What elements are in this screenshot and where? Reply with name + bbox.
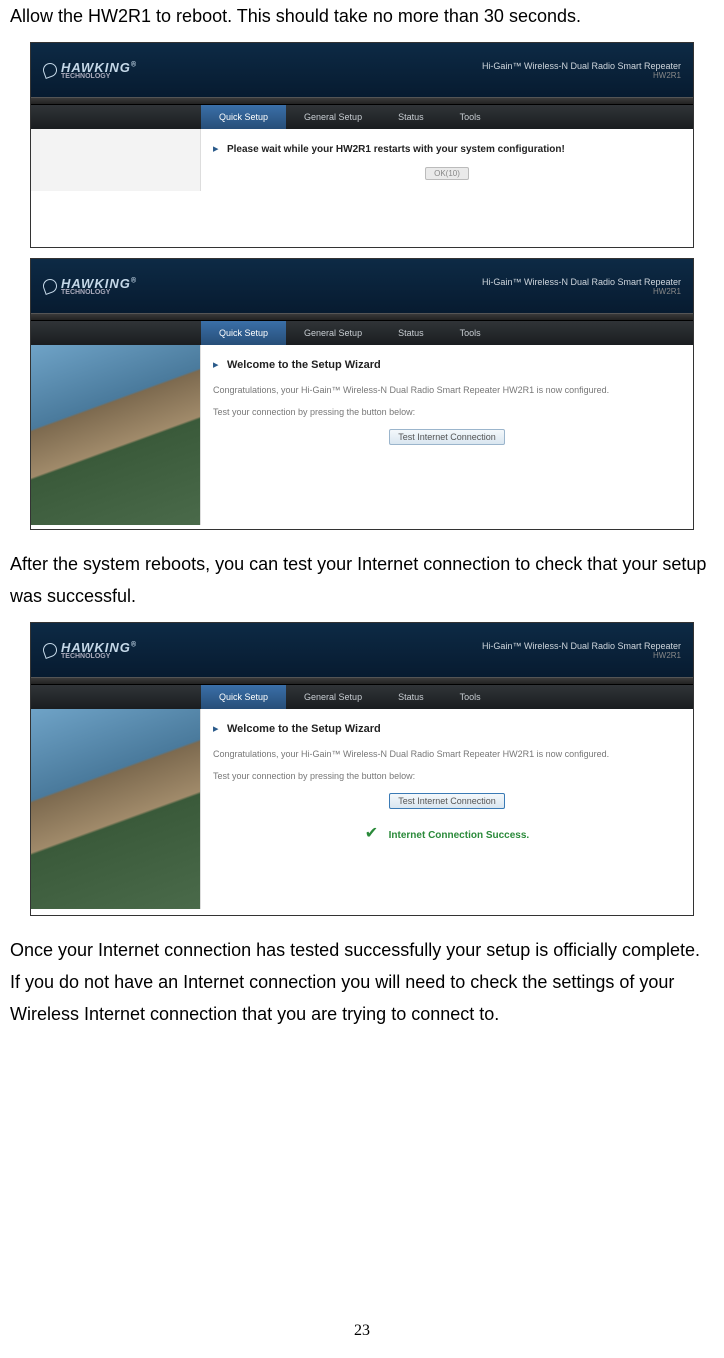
sidebar: [31, 129, 201, 191]
test-connection-button[interactable]: Test Internet Connection: [389, 429, 505, 445]
divider-bar: [31, 677, 693, 685]
arrow-icon: ▸: [213, 359, 219, 371]
congrats-text: Congratulations, your Hi-Gain™ Wireless-…: [213, 383, 681, 397]
paragraph-after-reboot: After the system reboots, you can test y…: [0, 548, 724, 612]
divider-bar: [31, 97, 693, 105]
arrow-icon: ▸: [213, 723, 219, 735]
success-message: Internet Connection Success.: [389, 830, 530, 841]
check-icon: ✔: [365, 825, 378, 842]
arrow-icon: ▸: [213, 143, 219, 155]
nav-status[interactable]: Status: [380, 321, 442, 345]
test-prompt: Test your connection by pressing the but…: [213, 769, 681, 783]
wizard-title: Welcome to the Setup Wizard: [227, 723, 381, 735]
screenshot-restarting: HAWKING® TECHNOLOGY Hi-Gain™ Wireless-N …: [30, 42, 694, 248]
content-body: ▸ Please wait while your HW2R1 restarts …: [31, 129, 693, 191]
content-body: ▸ Welcome to the Setup Wizard Congratula…: [31, 345, 693, 525]
nav-quick-setup[interactable]: Quick Setup: [201, 685, 286, 709]
page-number: 23: [0, 1322, 724, 1340]
logo: HAWKING® TECHNOLOGY: [43, 640, 137, 660]
header-model: HW2R1: [482, 287, 681, 296]
app-header: HAWKING® TECHNOLOGY Hi-Gain™ Wireless-N …: [31, 623, 693, 677]
sidebar-photo: [31, 345, 201, 525]
nav-tools[interactable]: Tools: [442, 105, 499, 129]
screenshot-wizard-success: HAWKING® TECHNOLOGY Hi-Gain™ Wireless-N …: [30, 622, 694, 916]
divider-bar: [31, 313, 693, 321]
hawk-icon: [41, 61, 59, 79]
header-model: HW2R1: [482, 651, 681, 660]
content-body: ▸ Welcome to the Setup Wizard Congratula…: [31, 709, 693, 909]
ok-button[interactable]: OK(10): [425, 167, 469, 180]
hawk-icon: [41, 277, 59, 295]
nav-general-setup[interactable]: General Setup: [286, 685, 380, 709]
main-panel: ▸ Welcome to the Setup Wizard Congratula…: [201, 345, 693, 525]
main-panel: ▸ Please wait while your HW2R1 restarts …: [201, 129, 693, 191]
header-title: Hi-Gain™ Wireless-N Dual Radio Smart Rep…: [482, 61, 681, 80]
nav-bar: Quick Setup General Setup Status Tools: [31, 321, 693, 345]
logo: HAWKING® TECHNOLOGY: [43, 276, 137, 296]
nav-quick-setup[interactable]: Quick Setup: [201, 105, 286, 129]
hawk-icon: [41, 641, 59, 659]
sidebar-photo: [31, 709, 201, 909]
nav-bar: Quick Setup General Setup Status Tools: [31, 105, 693, 129]
nav-bar: Quick Setup General Setup Status Tools: [31, 685, 693, 709]
wizard-title: Welcome to the Setup Wizard: [227, 359, 381, 371]
success-row: ✔ Internet Connection Success.: [213, 823, 681, 843]
wait-message: Please wait while your HW2R1 restarts wi…: [227, 144, 565, 155]
main-panel: ▸ Welcome to the Setup Wizard Congratula…: [201, 709, 693, 909]
header-title: Hi-Gain™ Wireless-N Dual Radio Smart Rep…: [482, 277, 681, 296]
test-connection-button[interactable]: Test Internet Connection: [389, 793, 505, 809]
header-model: HW2R1: [482, 71, 681, 80]
test-prompt: Test your connection by pressing the but…: [213, 405, 681, 419]
nav-tools[interactable]: Tools: [442, 321, 499, 345]
nav-status[interactable]: Status: [380, 105, 442, 129]
nav-tools[interactable]: Tools: [442, 685, 499, 709]
nav-general-setup[interactable]: General Setup: [286, 321, 380, 345]
congrats-text: Congratulations, your Hi-Gain™ Wireless-…: [213, 747, 681, 761]
paragraph-complete: Once your Internet connection has tested…: [0, 934, 724, 1030]
app-header: HAWKING® TECHNOLOGY Hi-Gain™ Wireless-N …: [31, 259, 693, 313]
paragraph-reboot: Allow the HW2R1 to reboot. This should t…: [0, 0, 724, 32]
header-title: Hi-Gain™ Wireless-N Dual Radio Smart Rep…: [482, 641, 681, 660]
screenshot-wizard: HAWKING® TECHNOLOGY Hi-Gain™ Wireless-N …: [30, 258, 694, 530]
nav-general-setup[interactable]: General Setup: [286, 105, 380, 129]
app-header: HAWKING® TECHNOLOGY Hi-Gain™ Wireless-N …: [31, 43, 693, 97]
logo: HAWKING® TECHNOLOGY: [43, 60, 137, 80]
nav-status[interactable]: Status: [380, 685, 442, 709]
nav-quick-setup[interactable]: Quick Setup: [201, 321, 286, 345]
